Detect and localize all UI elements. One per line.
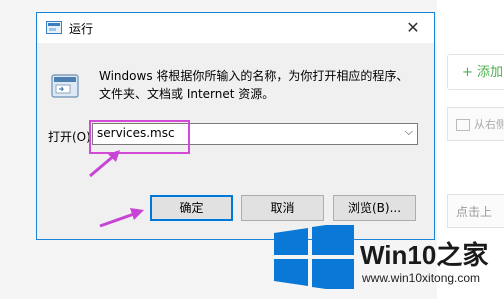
chevron-down-icon[interactable]: ⌵ (405, 125, 413, 139)
run-app-icon (46, 21, 62, 34)
run-program-icon (51, 74, 79, 98)
dialog-description: Windows 将根据你所输入的名称，为你打开相应的程序、 文件夹、文档或 In… (99, 67, 419, 103)
description-line-2: 文件夹、文档或 Internet 资源。 (99, 87, 275, 101)
dialog-title: 运行 (69, 22, 94, 36)
watermark-url: www.win10xitong.com (362, 271, 481, 285)
close-button[interactable]: ✕ (398, 16, 428, 40)
brand-prefix: Win10 (360, 240, 437, 270)
add-button[interactable]: + 添加 (447, 54, 504, 90)
brand-suffix: 之家 (436, 240, 489, 270)
description-line-1: Windows 将根据你所输入的名称，为你打开相应的程序、 (99, 69, 409, 83)
upload-from-right-button[interactable]: 从右侧 (447, 107, 504, 141)
upload-label: 从右侧 (474, 118, 504, 131)
run-dialog: 运行 ✕ Windows 将根据你所输入的名称，为你打开相应的程序、 文件夹、文… (36, 12, 435, 240)
watermark-brand: Win10之家 (360, 235, 488, 272)
ok-button[interactable]: 确定 (150, 195, 233, 221)
open-input[interactable]: services.msc ⌵ (92, 123, 418, 145)
title-bar[interactable]: 运行 ✕ (37, 13, 434, 43)
open-label: 打开(O): (48, 130, 95, 144)
windows-logo-icon (274, 225, 354, 289)
open-input-value: services.msc (97, 126, 175, 140)
watermark: Win10之家 www.win10xitong.com (266, 213, 504, 299)
image-icon (456, 119, 470, 131)
